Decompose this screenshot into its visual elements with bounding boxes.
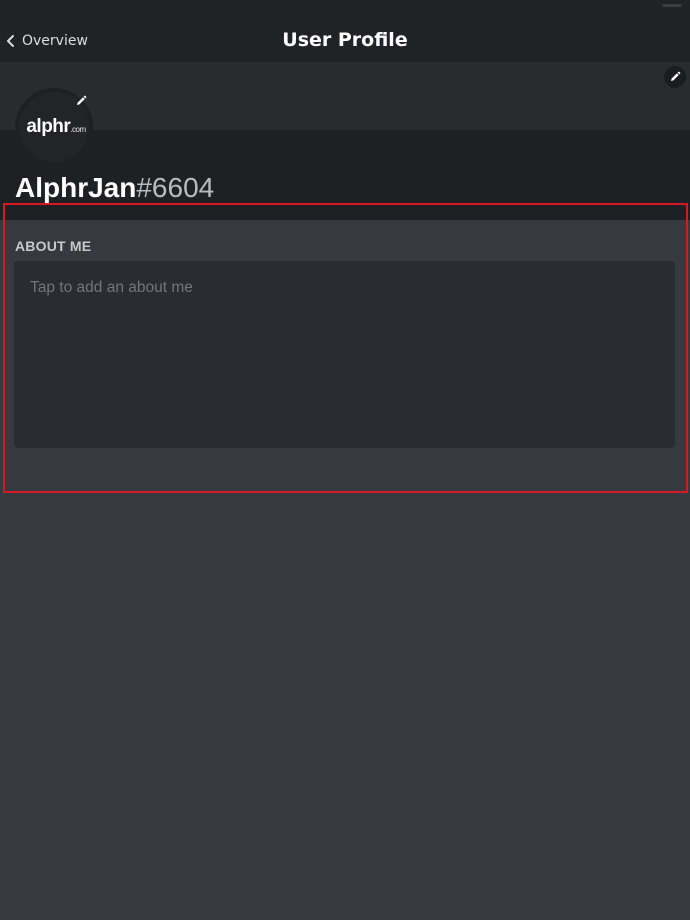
navigation-bar: Overview User Profile — [0, 0, 690, 62]
username: AlphrJan — [15, 172, 137, 203]
status-indicator — [662, 4, 682, 7]
edit-avatar-button[interactable] — [72, 92, 90, 110]
username-display: AlphrJan#6604 — [15, 171, 214, 205]
page-title: User Profile — [282, 29, 408, 51]
edit-banner-button[interactable] — [664, 66, 686, 88]
about-me-placeholder: Tap to add an about me — [30, 279, 193, 296]
pencil-icon — [75, 92, 87, 111]
about-me-input[interactable]: Tap to add an about me — [14, 261, 675, 448]
pencil-icon — [669, 68, 681, 87]
avatar-logo: alphr.com — [26, 116, 86, 137]
user-profile-screen: Overview User Profile alphr.com AlphrJan… — [0, 0, 690, 920]
profile-banner — [0, 62, 690, 130]
discriminator: #6604 — [136, 172, 215, 203]
about-me-heading: ABOUT ME — [15, 238, 92, 254]
